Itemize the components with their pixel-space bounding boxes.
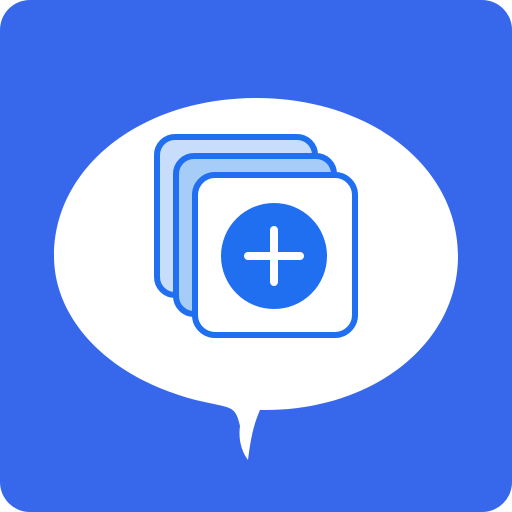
- add-icon: [221, 203, 327, 309]
- app-icon[interactable]: [0, 0, 512, 512]
- app-icon-graphic: [0, 0, 512, 512]
